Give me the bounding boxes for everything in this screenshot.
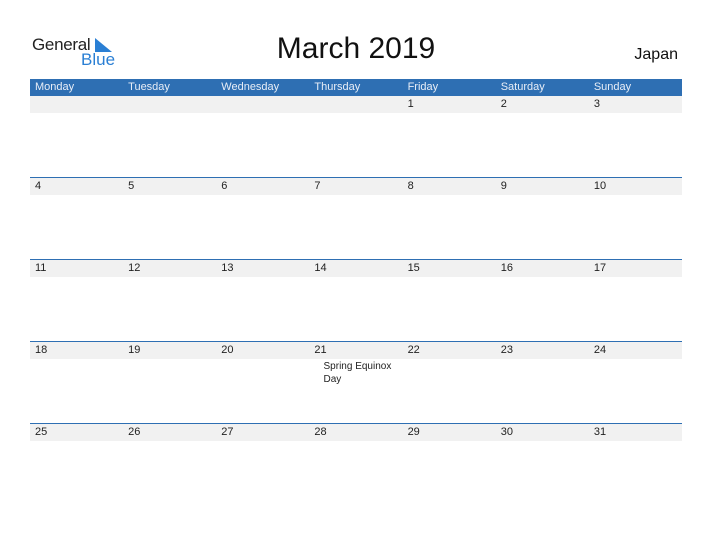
day-number: 27 bbox=[221, 426, 234, 438]
holiday-note bbox=[30, 113, 123, 114]
holiday-note bbox=[403, 277, 496, 278]
day-number: 29 bbox=[407, 426, 420, 438]
date-row: 25 26 27 28 29 30 31 bbox=[30, 424, 682, 441]
date-row: 1 2 3 bbox=[30, 96, 682, 113]
holiday-note bbox=[216, 441, 309, 442]
day-number: 3 bbox=[593, 98, 600, 110]
weekday-header: Monday Tuesday Wednesday Thursday Friday… bbox=[30, 79, 682, 96]
holiday-note bbox=[126, 359, 222, 386]
holiday-note bbox=[30, 277, 123, 278]
day-number: 31 bbox=[593, 426, 607, 438]
day-number bbox=[123, 96, 216, 113]
day-number: 17 bbox=[593, 262, 607, 274]
holiday-note bbox=[589, 195, 682, 196]
weekday-label: Monday bbox=[35, 81, 75, 93]
day-number: 20 bbox=[221, 344, 234, 356]
holiday-note bbox=[123, 277, 216, 278]
holiday-note bbox=[589, 113, 682, 114]
day-number: 6 bbox=[221, 180, 228, 192]
holiday-note bbox=[496, 441, 589, 442]
holiday-note bbox=[123, 195, 216, 196]
holiday-note bbox=[589, 277, 682, 278]
day-number: 28 bbox=[314, 426, 327, 438]
day-number: 23 bbox=[500, 344, 513, 356]
day-number: 26 bbox=[128, 426, 141, 438]
holiday-note bbox=[216, 113, 309, 114]
day-number: 24 bbox=[593, 344, 607, 356]
notes-row bbox=[30, 113, 682, 114]
weekday-label: Thursday bbox=[314, 81, 361, 93]
holiday-note bbox=[403, 113, 496, 114]
holiday-note bbox=[30, 359, 126, 386]
holiday-note bbox=[30, 195, 123, 196]
date-row: 18 19 20 21 22 23 24 bbox=[30, 342, 682, 359]
day-number: 8 bbox=[407, 180, 414, 192]
holiday-note bbox=[222, 359, 318, 386]
day-number: 4 bbox=[35, 180, 42, 192]
day-number: 1 bbox=[407, 98, 414, 110]
day-number: 19 bbox=[128, 344, 141, 356]
holiday-note bbox=[490, 359, 586, 386]
holiday-note bbox=[496, 113, 589, 114]
holiday-note bbox=[496, 277, 589, 278]
holiday-note bbox=[496, 195, 589, 196]
day-number: 7 bbox=[314, 180, 321, 192]
day-number: 12 bbox=[128, 262, 141, 274]
week-row: 25 26 27 28 29 30 31 bbox=[30, 423, 682, 505]
day-number: 11 bbox=[35, 262, 47, 274]
notes-row bbox=[30, 195, 682, 196]
notes-row: Spring Equinox Day bbox=[30, 359, 682, 386]
weekday-label: Sunday bbox=[593, 81, 632, 93]
holiday-note bbox=[309, 195, 402, 196]
holiday-note bbox=[216, 195, 309, 196]
holiday-note bbox=[403, 441, 496, 442]
week-row: 11 12 13 14 15 16 17 bbox=[30, 259, 682, 341]
week-row: 4 5 6 7 8 9 10 bbox=[30, 177, 682, 259]
day-number: 30 bbox=[500, 426, 513, 438]
calendar-grid: Monday Tuesday Wednesday Thursday Friday… bbox=[30, 79, 682, 505]
day-number: 9 bbox=[500, 180, 507, 192]
holiday-note bbox=[586, 359, 682, 386]
weekday-label: Friday bbox=[407, 81, 439, 93]
day-number: 13 bbox=[221, 262, 234, 274]
day-number bbox=[216, 96, 309, 113]
country-label: Japan bbox=[634, 46, 678, 63]
day-number: 25 bbox=[35, 426, 48, 438]
day-number: 18 bbox=[35, 344, 48, 356]
week-row: 18 19 20 21 22 23 24 Spring Equinox Day bbox=[30, 341, 682, 423]
day-number: 22 bbox=[407, 344, 420, 356]
weekday-label: Saturday bbox=[500, 81, 545, 93]
day-number bbox=[309, 96, 402, 113]
day-number: 2 bbox=[500, 98, 507, 110]
holiday-note bbox=[394, 359, 490, 386]
holiday-note bbox=[123, 441, 216, 442]
day-number bbox=[30, 96, 123, 113]
day-number: 14 bbox=[314, 262, 327, 274]
holiday-note bbox=[30, 441, 123, 442]
day-number: 21 bbox=[314, 344, 327, 356]
notes-row bbox=[30, 441, 682, 442]
day-number: 15 bbox=[407, 262, 420, 274]
week-row: 1 2 3 bbox=[30, 96, 682, 177]
holiday-note bbox=[403, 195, 496, 196]
holiday-note bbox=[309, 113, 402, 114]
weekday-label: Wednesday bbox=[221, 81, 280, 93]
page-title: March 2019 bbox=[276, 32, 436, 65]
date-row: 11 12 13 14 15 16 17 bbox=[30, 260, 682, 277]
holiday-note bbox=[123, 113, 216, 114]
day-number: 5 bbox=[128, 180, 135, 192]
holiday-note bbox=[589, 441, 682, 442]
date-row: 4 5 6 7 8 9 10 bbox=[30, 178, 682, 195]
holiday-note bbox=[216, 277, 309, 278]
weekday-label: Tuesday bbox=[128, 81, 170, 93]
day-number: 10 bbox=[593, 180, 607, 192]
day-number: 16 bbox=[500, 262, 513, 274]
holiday-note bbox=[309, 277, 402, 278]
holiday-note bbox=[309, 441, 402, 442]
holiday-note: Spring Equinox Day bbox=[323, 361, 392, 385]
notes-row bbox=[30, 277, 682, 278]
